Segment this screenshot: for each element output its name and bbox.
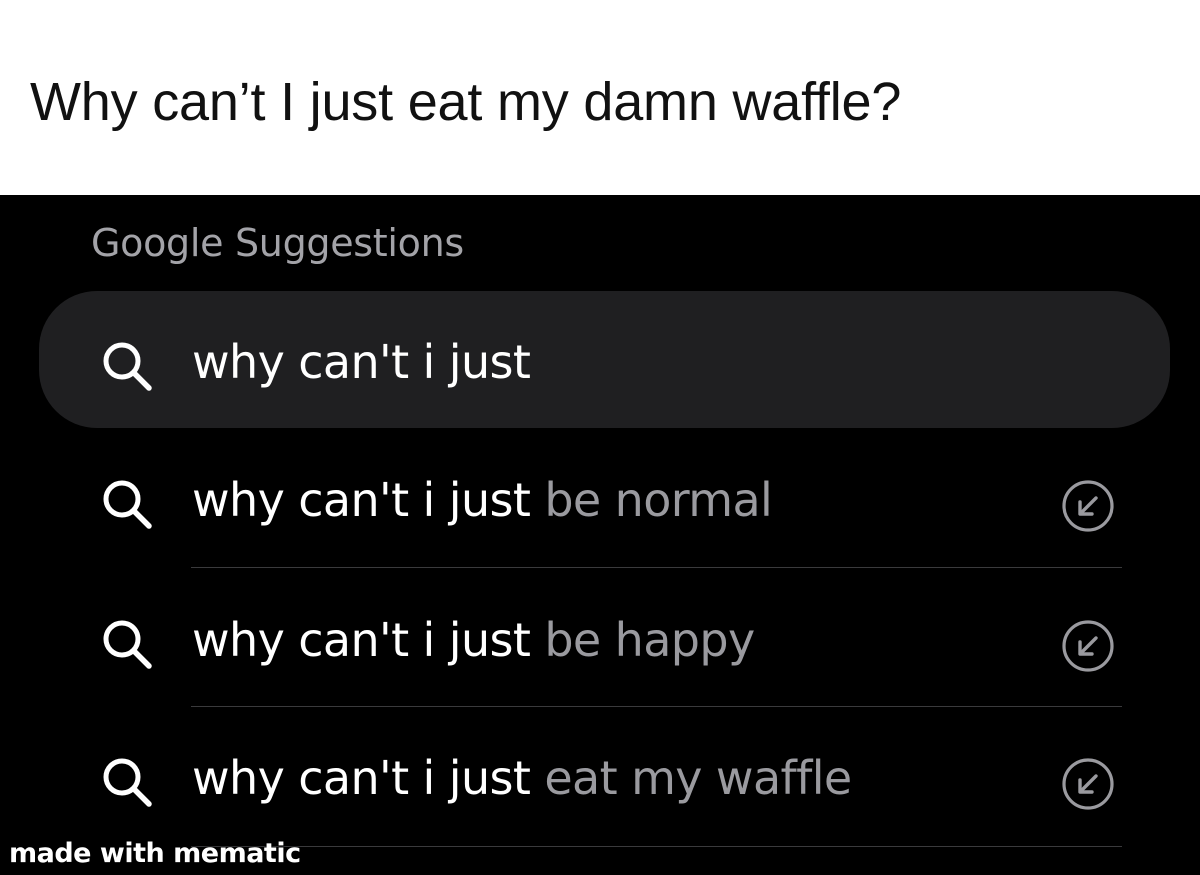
meme-caption: Why can’t I just eat my damn waffle? xyxy=(30,72,902,132)
divider xyxy=(191,567,1122,568)
suggestion-typed-part: why can't i just xyxy=(192,751,531,805)
suggestion-text: why can't i just be normal xyxy=(192,470,773,530)
suggestion-typed-part: why can't i just xyxy=(192,613,531,667)
section-title: Google Suggestions xyxy=(91,221,464,265)
fill-query-arrow-icon[interactable] xyxy=(1060,478,1116,534)
suggestion-completion: eat my waffle xyxy=(530,751,852,805)
suggestion-item[interactable]: why can't i just eat my waffle xyxy=(0,738,1200,818)
fill-query-arrow-icon[interactable] xyxy=(1060,756,1116,812)
suggestion-item[interactable]: why can't i just be happy xyxy=(0,600,1200,680)
search-icon xyxy=(103,342,152,391)
suggestion-text: why can't i just eat my waffle xyxy=(192,748,852,808)
search-icon xyxy=(103,758,152,807)
search-icon xyxy=(103,480,152,529)
suggestion-text: why can't i just be happy xyxy=(192,610,755,670)
search-input-text: why can't i just xyxy=(192,335,531,389)
search-field-row[interactable]: why can't i just xyxy=(0,322,1200,402)
divider xyxy=(191,706,1122,707)
watermark: made with mematic xyxy=(9,838,301,869)
suggestion-completion: be normal xyxy=(530,473,773,527)
search-input[interactable]: why can't i just xyxy=(192,332,531,392)
suggestion-typed-part: why can't i just xyxy=(192,473,531,527)
fill-query-arrow-icon[interactable] xyxy=(1060,618,1116,674)
search-icon xyxy=(103,620,152,669)
suggestion-item[interactable]: why can't i just be normal xyxy=(0,460,1200,540)
suggestion-completion: be happy xyxy=(530,613,755,667)
meme-caption-area: Why can’t I just eat my damn waffle? xyxy=(0,0,1200,195)
divider xyxy=(191,846,1122,847)
